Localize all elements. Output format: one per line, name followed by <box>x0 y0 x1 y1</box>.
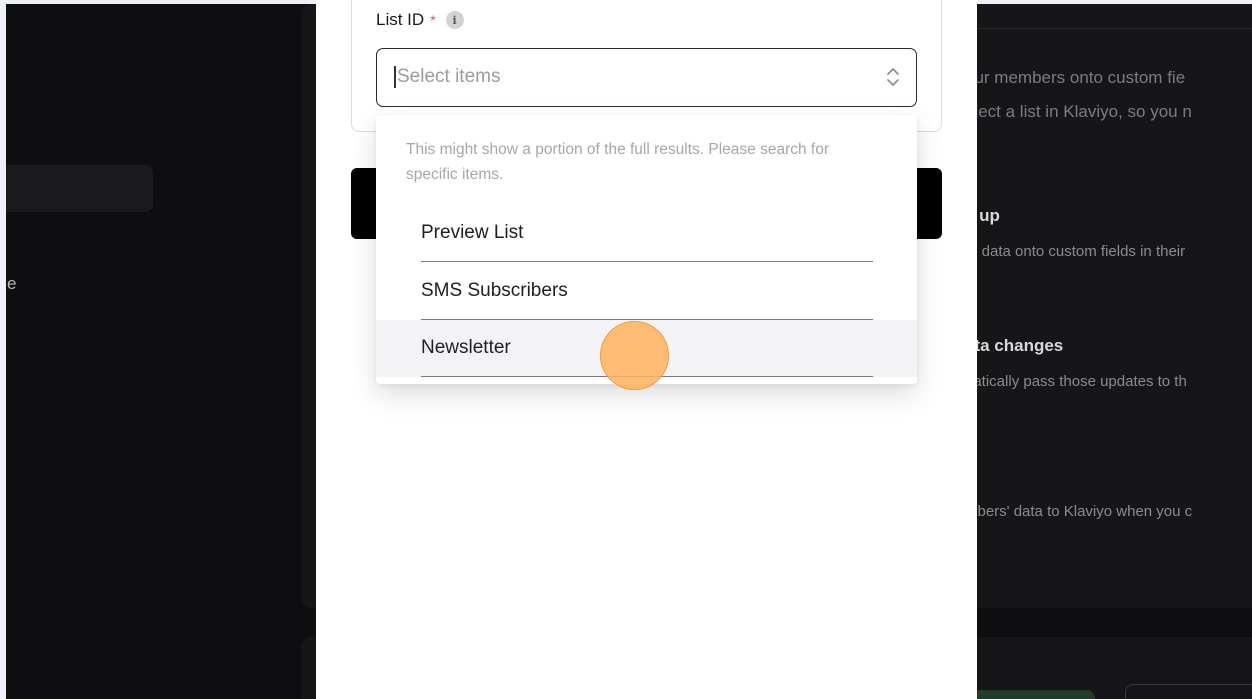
background-description-line-1: our members onto custom fie <box>965 68 1186 87</box>
click-indicator <box>600 321 669 390</box>
text-cursor <box>394 66 396 88</box>
list-id-select[interactable] <box>376 48 917 107</box>
dropdown-option-label: Preview List <box>421 222 524 243</box>
list-id-search-input[interactable] <box>397 49 857 105</box>
background-feature-heading-2: ata changes <box>965 336 1064 355</box>
info-icon[interactable]: i <box>445 11 464 29</box>
required-asterisk: * <box>430 12 436 28</box>
background-description-line-2: elect a list in Klaviyo, so you n <box>965 102 1192 121</box>
dropdown-option-preview-list[interactable]: Preview List <box>376 205 917 262</box>
dropdown-hint: This might show a portion of the full re… <box>406 141 830 183</box>
list-id-label-row: List ID * i <box>376 10 464 30</box>
sidebar-active-item <box>6 165 153 212</box>
chevron-up-down-icon[interactable] <box>886 66 900 88</box>
background-feature-text-1: te data onto custom fields in their <box>965 243 1186 260</box>
list-id-label: List ID <box>376 10 425 29</box>
divider <box>421 261 873 262</box>
background-secondary-button <box>1125 684 1252 699</box>
background-feature-text-3: mbers' data to Klaviyo when you c <box>965 503 1193 520</box>
background-primary-button <box>970 690 1095 699</box>
sidebar-text-fragment: e <box>7 274 17 293</box>
divider <box>976 28 1252 29</box>
background-feature-text-2: natically pass those updates to th <box>965 373 1187 390</box>
dropdown-option-label: SMS Subscribers <box>421 280 568 301</box>
dropdown-option-sms-subscribers[interactable]: SMS Subscribers <box>376 263 917 320</box>
dropdown-option-label: Newsletter <box>421 337 511 358</box>
info-icon-glyph: i <box>452 13 457 27</box>
